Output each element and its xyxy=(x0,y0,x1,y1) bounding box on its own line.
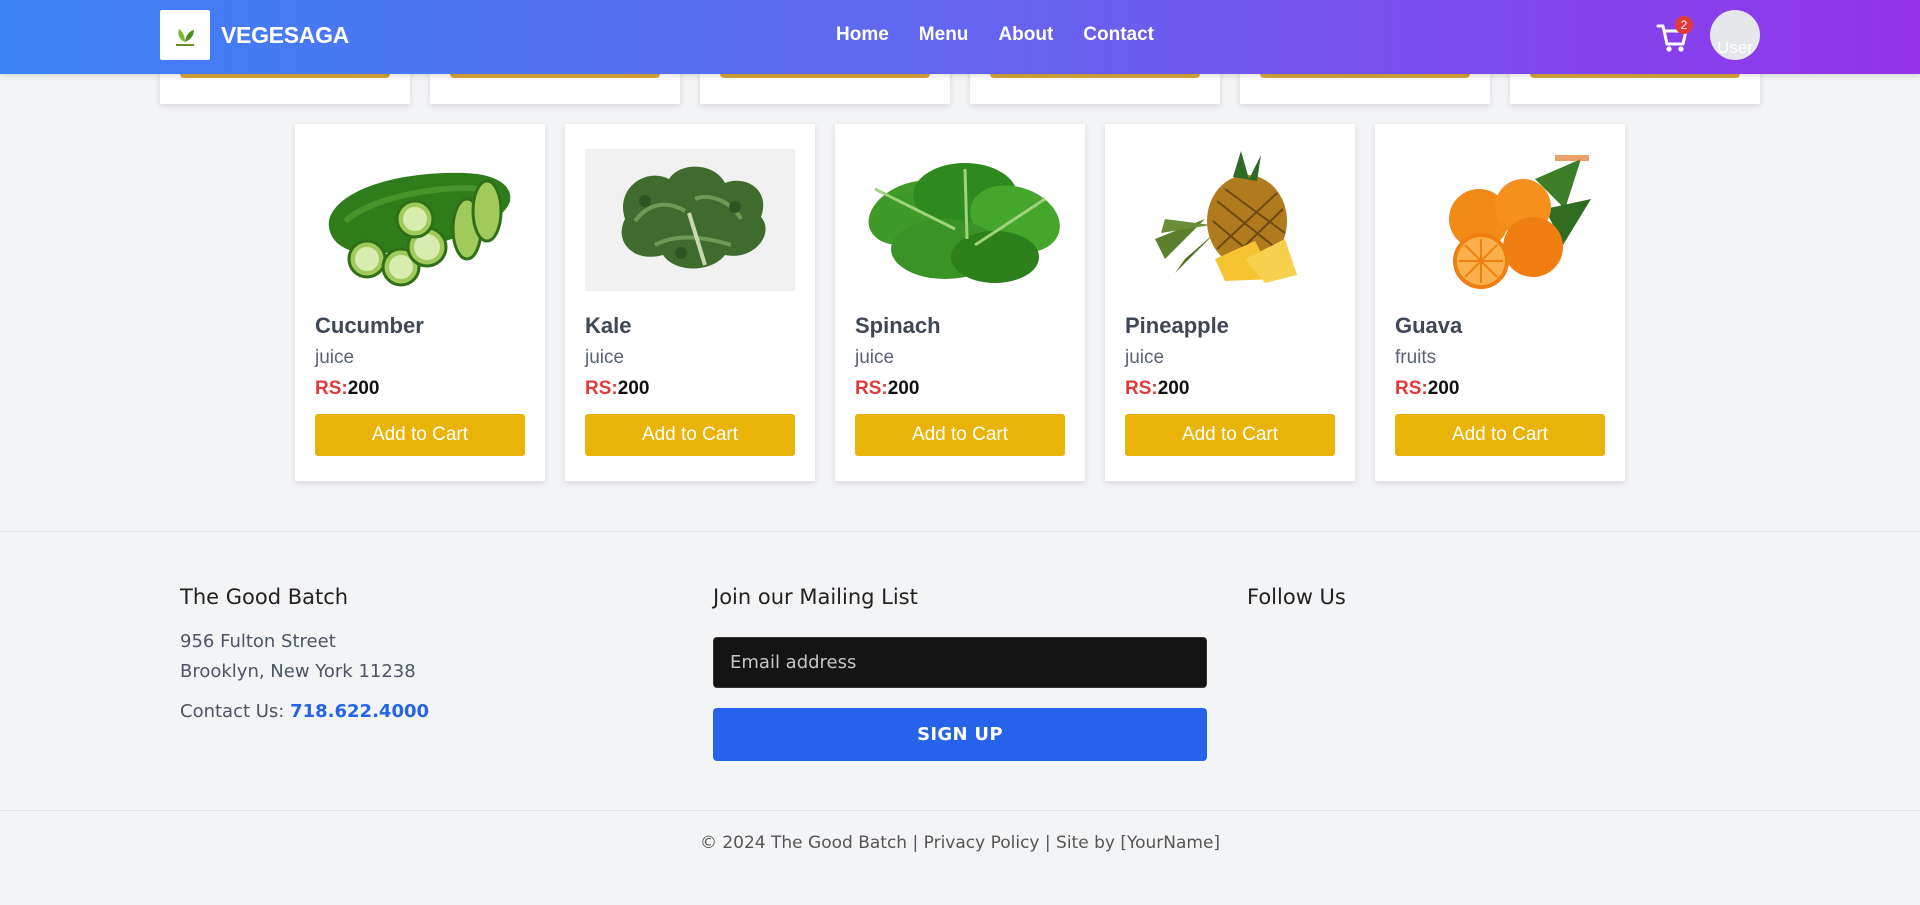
oranges-image xyxy=(1395,149,1605,291)
product-price: RS:200 xyxy=(315,378,379,400)
cucumber-image xyxy=(315,149,525,291)
product-name: Cucumber xyxy=(315,313,424,338)
nav-contact-link[interactable]: Contact xyxy=(1083,24,1154,46)
product-card: Cucumber juice RS:200 Add to Cart xyxy=(295,124,545,481)
product-card: Guava fruits RS:200 Add to Cart xyxy=(1375,124,1625,481)
add-to-cart-button[interactable]: Add to Cart xyxy=(1125,414,1335,456)
privacy-policy-link[interactable]: Privacy Policy xyxy=(924,833,1040,853)
kale-image xyxy=(585,149,795,291)
nav-about-link[interactable]: About xyxy=(998,24,1053,46)
footer-mailing-title: Join our Mailing List xyxy=(713,585,918,609)
product-price: RS:200 xyxy=(1395,378,1459,400)
price-value: 200 xyxy=(347,378,380,399)
currency-label: RS: xyxy=(315,378,348,399)
product-card: Spinach juice RS:200 Add to Cart xyxy=(835,124,1085,481)
footer-company-column: The Good Batch 956 Fulton Street Brookly… xyxy=(180,585,429,727)
copyright-text: © 2024 The Good Batch xyxy=(699,833,908,853)
separator: | xyxy=(907,833,924,853)
product-price: RS:200 xyxy=(585,378,649,400)
add-to-cart-button[interactable]: Add to Cart xyxy=(585,414,795,456)
separator: | xyxy=(1039,833,1057,853)
footer-company-title: The Good Batch xyxy=(180,585,349,609)
product-card: Kale juice RS:200 Add to Cart xyxy=(565,124,815,481)
footer-address-line1: 956 Fulton Street xyxy=(180,631,336,652)
site-by-text: Site by [YourName] xyxy=(1056,833,1221,853)
footer-bottom-divider xyxy=(0,810,1920,811)
cart-button[interactable]: 2 xyxy=(1656,16,1693,54)
price-value: 200 xyxy=(1157,378,1190,399)
product-name: Pineapple xyxy=(1125,313,1229,338)
avatar-alt-text: User xyxy=(1717,38,1753,57)
brand[interactable]: VEGESAGA xyxy=(160,10,349,60)
currency-label: RS: xyxy=(855,378,888,399)
product-name: Spinach xyxy=(855,313,941,338)
product-category: juice xyxy=(585,347,625,368)
spinach-image xyxy=(855,149,1065,291)
add-to-cart-button[interactable]: Add to Cart xyxy=(1395,414,1605,456)
product-category: juice xyxy=(315,347,355,368)
footer-follow-column: Follow Us xyxy=(1247,585,1346,609)
footer-top-divider xyxy=(0,531,1920,532)
contact-label: Contact Us: xyxy=(180,701,291,722)
footer-follow-title: Follow Us xyxy=(1247,585,1346,609)
email-input[interactable] xyxy=(713,637,1207,688)
product-price: RS:200 xyxy=(855,378,919,400)
cart-count-badge: 2 xyxy=(1675,16,1693,34)
copyright-bar: © 2024 The Good Batch | Privacy Policy |… xyxy=(0,833,1920,853)
price-value: 200 xyxy=(617,378,650,399)
nav-home-link[interactable]: Home xyxy=(836,24,889,46)
footer-mailing-column: Join our Mailing List xyxy=(713,585,918,609)
price-value: 200 xyxy=(887,378,920,399)
user-avatar[interactable]: User xyxy=(1710,10,1760,60)
signup-button[interactable]: SIGN UP xyxy=(713,708,1207,761)
brand-name: VEGESAGA xyxy=(221,21,349,48)
add-to-cart-button[interactable]: Add to Cart xyxy=(855,414,1065,456)
product-price: RS:200 xyxy=(1125,378,1189,400)
currency-label: RS: xyxy=(1395,378,1428,399)
product-category: juice xyxy=(855,347,895,368)
nav-menu-link[interactable]: Menu xyxy=(919,24,969,46)
currency-label: RS: xyxy=(1125,378,1158,399)
brand-logo xyxy=(160,10,210,60)
add-to-cart-button[interactable]: Add to Cart xyxy=(315,414,525,456)
product-name: Kale xyxy=(585,313,632,338)
navbar: VEGESAGA Home Menu About Contact 2 User xyxy=(0,0,1920,74)
product-category: fruits xyxy=(1395,347,1437,368)
product-category: juice xyxy=(1125,347,1165,368)
footer-contact: Contact Us: 718.622.4000 xyxy=(180,697,429,727)
main-nav: Home Menu About Contact xyxy=(836,24,1154,46)
product-card: Pineapple juice RS:200 Add to Cart xyxy=(1105,124,1355,481)
price-value: 200 xyxy=(1427,378,1460,399)
footer-address-line2: Brooklyn, New York 11238 xyxy=(180,661,416,682)
phone-link[interactable]: 718.622.4000 xyxy=(290,701,429,722)
product-name: Guava xyxy=(1395,313,1463,338)
pineapple-image xyxy=(1125,149,1335,291)
currency-label: RS: xyxy=(585,378,618,399)
